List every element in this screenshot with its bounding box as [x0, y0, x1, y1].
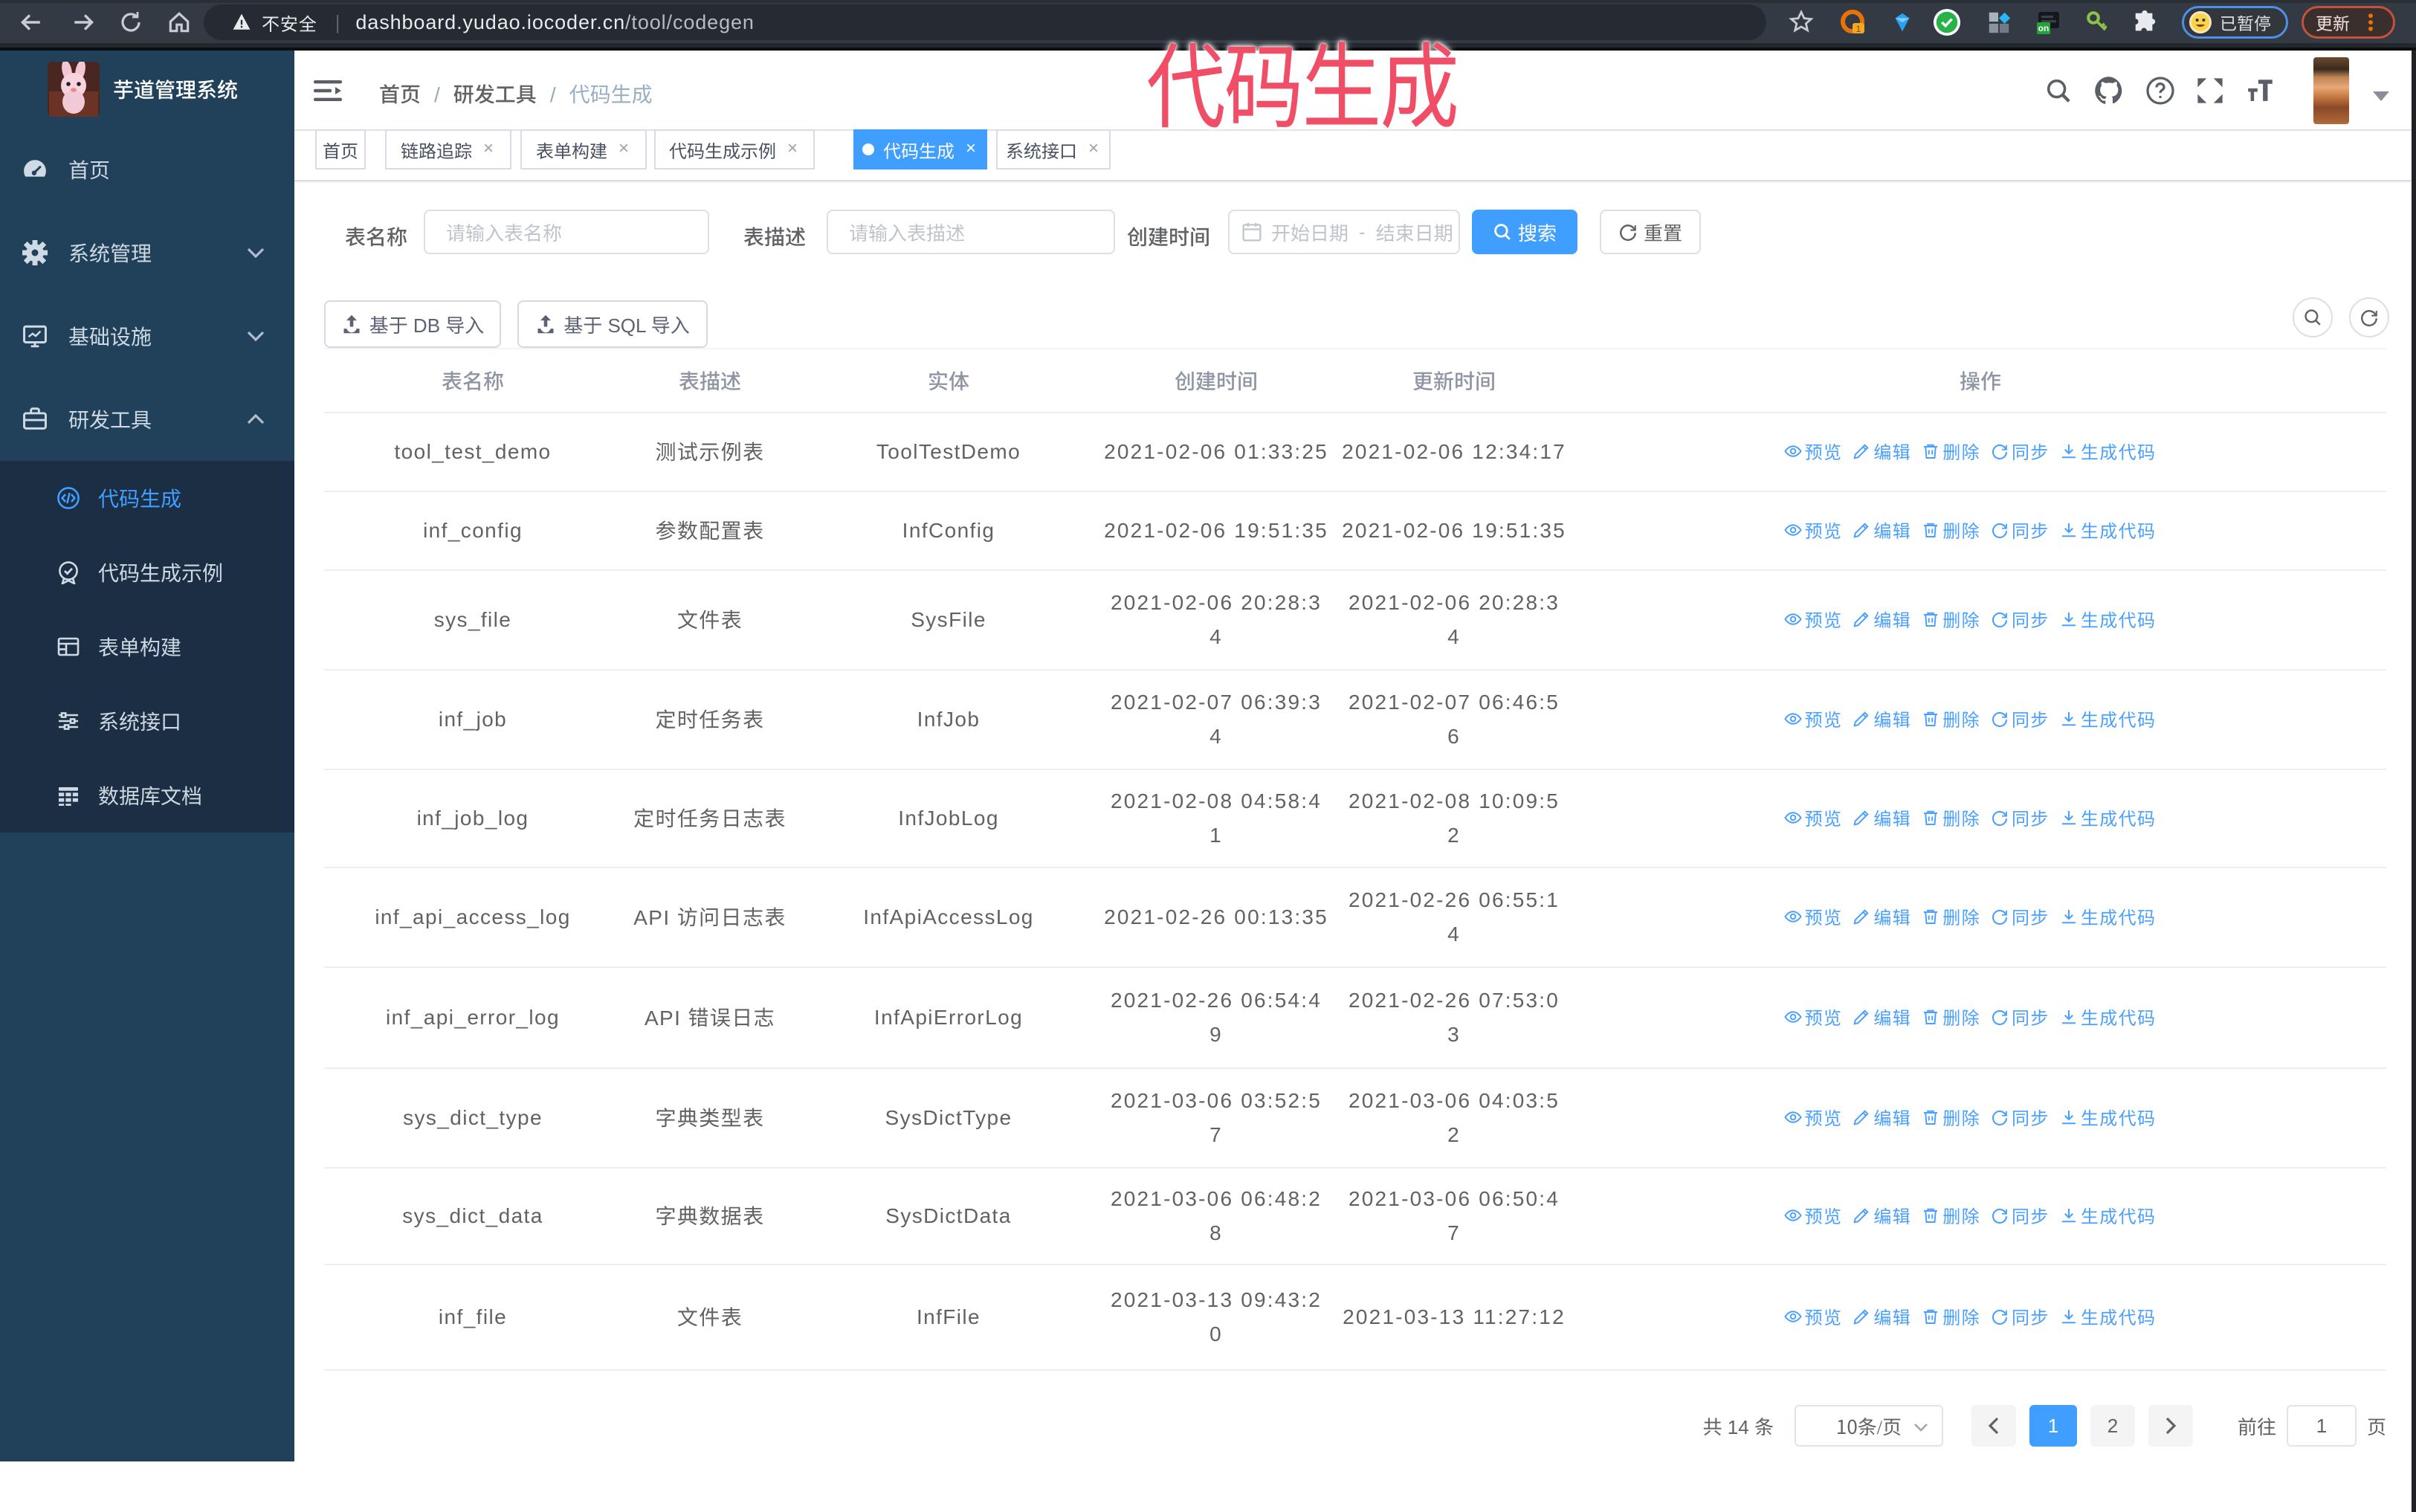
svg-text:on: on [2038, 23, 2050, 33]
svg-text:1: 1 [1856, 24, 1861, 34]
